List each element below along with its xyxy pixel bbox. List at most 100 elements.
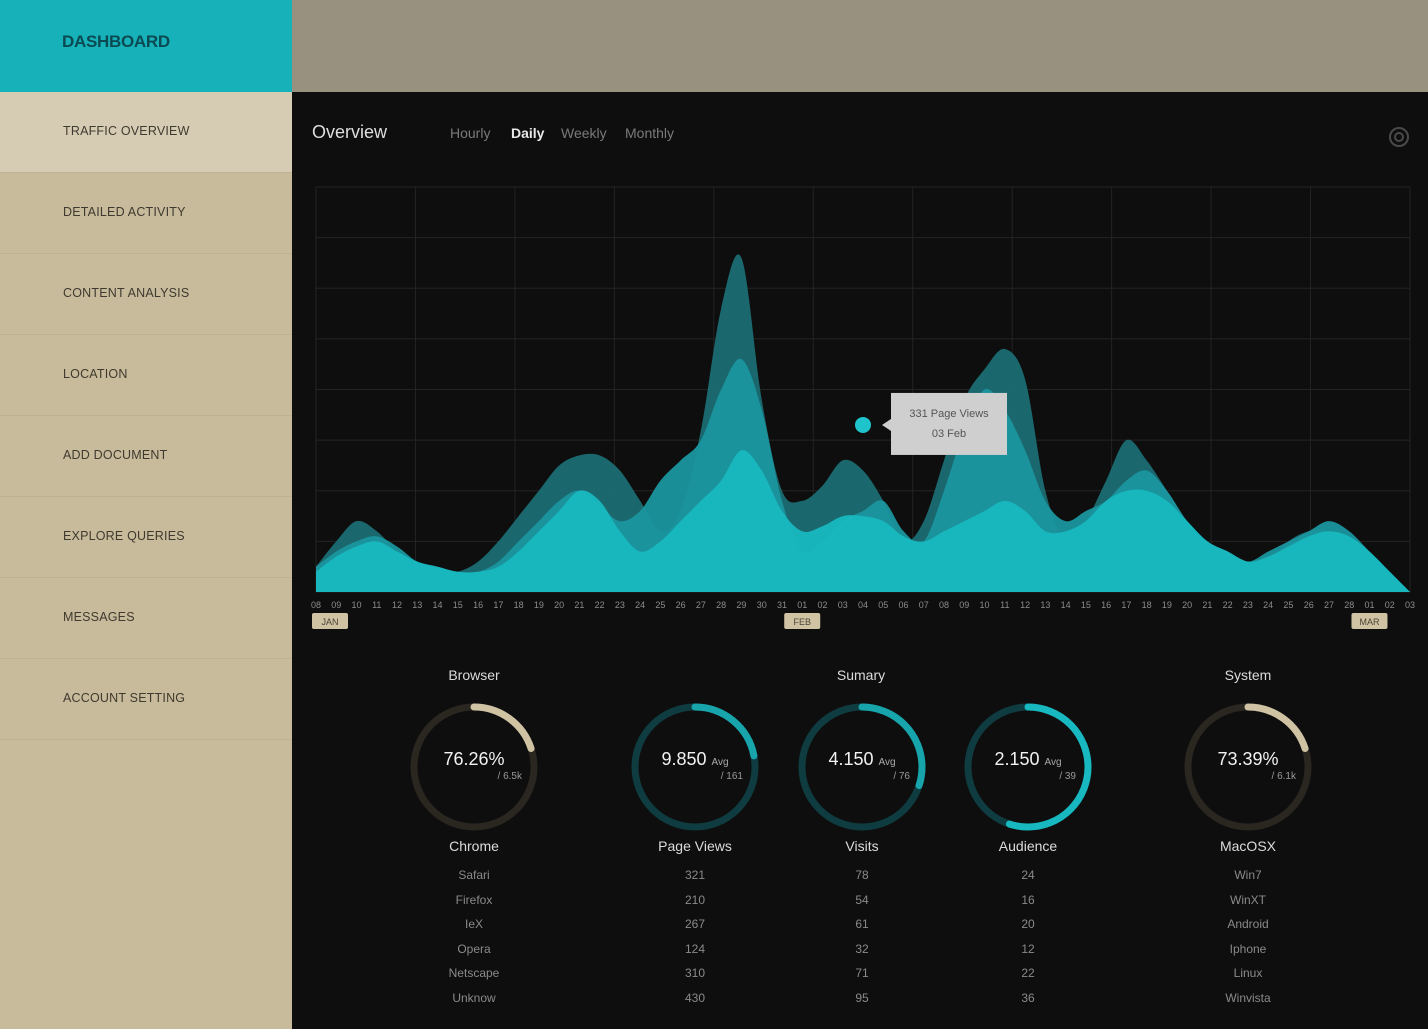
visits-ring-sub: / 76 [893,771,910,782]
tab-monthly[interactable]: Monthly [625,125,674,141]
visits-item: 54 [855,892,869,907]
x-tick-label: 10 [980,600,990,610]
brand-header[interactable]: DASHBOARD [0,0,292,92]
x-tick-label: 09 [331,600,341,610]
x-tick-label: 01 [1364,600,1374,610]
x-tick-label: 20 [1182,600,1192,610]
audience-ring: 2.150 Avg/ 39 [958,697,1098,837]
tab-weekly[interactable]: Weekly [561,125,607,141]
audience-item: 36 [1021,990,1035,1005]
audience-ring-avg: Avg [1044,757,1062,768]
x-tick-label: 13 [1040,600,1050,610]
audience-label[interactable]: Audience [948,838,1108,854]
overview-chart: 08 09 10 11 12 13 14 15 16 17 18 19 20 21 22 23 24 25 26 27… [311,186,1415,629]
month-label: JAN [321,617,338,627]
x-tick-label: 16 [473,600,483,610]
top-bar [292,0,1428,92]
x-tick-label: 10 [352,600,362,610]
x-tick-label: 31 [777,600,787,610]
x-tick-label: 03 [1405,600,1415,610]
system-list-item: Win7 [1234,868,1262,882]
x-tick-label: 25 [655,600,665,610]
x-tick-label: 20 [554,600,564,610]
sidebar-item-label: MESSAGES [63,610,135,624]
system-title: System [1224,667,1272,683]
audience-item: 24 [1021,868,1035,882]
x-tick-label: 24 [635,600,645,610]
browser-ring-sub: / 6.5k [497,771,522,782]
x-tick-label: 14 [1061,600,1071,610]
page-views-label[interactable]: Page Views [615,838,775,854]
x-tick-label: 12 [1020,600,1030,610]
visits-item: 32 [855,941,869,956]
main-panel: 08 09 10 11 12 13 14 15 16 17 18 19 20 21 22 23 24 25 26 27… [292,92,1428,1029]
x-tick-label: 15 [1081,600,1091,610]
chart-tooltip [891,392,1007,455]
sidebar-item-location[interactable]: LOCATION [0,335,292,416]
x-tick-label: 27 [696,600,706,610]
x-tick-label: 05 [878,600,888,610]
tooltip-line-1: 331 Page Views [909,408,989,420]
visits-ring: 4.150 Avg/ 76 [792,697,932,837]
x-tick-label: 11 [1000,600,1009,610]
x-tick-label: 09 [959,600,969,610]
x-tick-label: 29 [736,600,746,610]
gear-icon[interactable] [1388,126,1410,148]
x-tick-label: 18 [1142,600,1152,610]
sidebar-item-explore-queries[interactable]: EXPLORE QUERIES [0,497,292,578]
page-views-ring: 9.850 Avg/ 161 [625,697,765,837]
page-views-ring-avg: Avg [711,757,729,768]
tooltip-line-2: 03 Feb [932,428,966,440]
x-tick-label: 17 [493,600,503,610]
visits-ring-avg: Avg [878,757,896,768]
overview-title: Overview [312,122,388,142]
sidebar-item-add-document[interactable]: ADD DOCUMENT [0,416,292,497]
sidebar-item-traffic-overview[interactable]: TRAFFIC OVERVIEW [0,92,292,173]
x-tick-label: 18 [514,600,524,610]
x-tick-label: 16 [1101,600,1111,610]
x-tick-label: 02 [1385,600,1395,610]
audience-ring-value: 2.150 Avg [958,749,1098,770]
browser-list-item: IeX [464,917,483,931]
visits-label[interactable]: Visits [782,838,942,854]
chart-marker-dot [855,416,871,433]
x-tick-label: 11 [372,600,381,610]
browser-list-item: Unknow [452,990,496,1005]
visits-item: 95 [855,990,869,1005]
tab-hourly[interactable]: Hourly [450,125,490,141]
system-ring-sub: / 6.1k [1271,771,1296,782]
tab-daily[interactable]: Daily [511,125,544,141]
system-main-label[interactable]: MacOSX [1168,838,1328,854]
page-views-item: 321 [684,868,706,882]
month-label: FEB [793,617,811,627]
visits-item: 61 [855,917,869,931]
x-tick-label: 08 [311,600,321,610]
sidebar-item-messages[interactable]: MESSAGES [0,578,292,659]
page-views-ring-value: 9.850 Avg [625,749,765,770]
sidebar-item-content-analysis[interactable]: CONTENT ANALYSIS [0,254,292,335]
month-label: MAR [1359,617,1380,627]
x-tick-label: 26 [676,600,686,610]
sidebar-item-label: CONTENT ANALYSIS [63,286,190,300]
x-tick-label: 19 [1162,600,1172,610]
x-tick-label: 28 [716,600,726,610]
x-tick-label: 23 [1243,600,1253,610]
page-views-item: 310 [684,966,706,980]
sidebar-item-account-setting[interactable]: ACCOUNT SETTING [0,659,292,740]
page-views-ring-sub: / 161 [720,771,743,782]
sidebar: DASHBOARD TRAFFIC OVERVIEW DETAILED ACTI… [0,0,292,1029]
x-tick-label: 12 [392,600,402,610]
x-tick-label: 08 [939,600,949,610]
summary-title: Sumary [836,667,886,683]
browser-list-item: Safari [458,868,490,882]
visits-item: 71 [855,966,869,980]
tooltip-arrow [882,418,891,431]
browser-main-label[interactable]: Chrome [394,838,554,854]
browser-ring: 76.26% / 6.5k [404,697,544,837]
browser-list-item: Opera [457,941,491,956]
sidebar-item-detailed-activity[interactable]: DETAILED ACTIVITY [0,173,292,254]
page-views-item: 430 [684,990,706,1005]
audience-item: 22 [1021,966,1035,980]
x-tick-label: 23 [615,600,625,610]
x-tick-label: 07 [919,600,929,610]
